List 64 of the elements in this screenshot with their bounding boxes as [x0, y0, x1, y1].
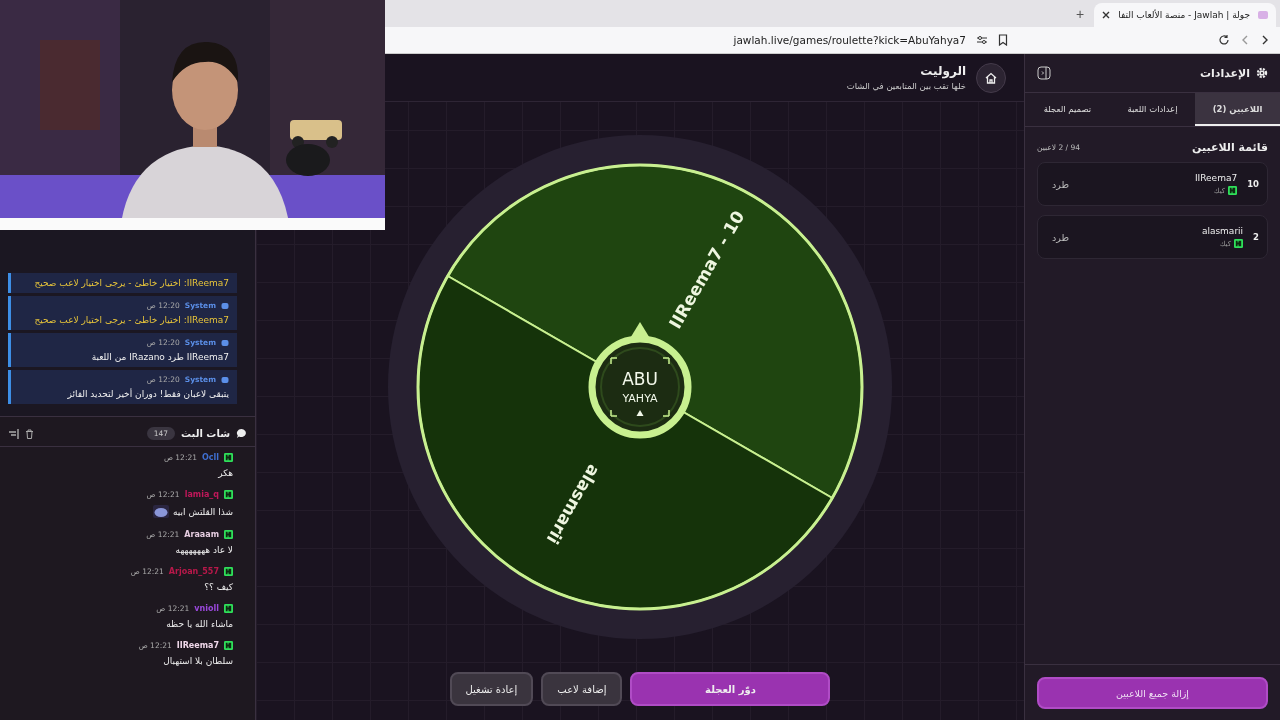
- back-icon[interactable]: [1240, 35, 1250, 45]
- kick-icon: [224, 604, 233, 613]
- settings-icon: [1256, 67, 1268, 79]
- settings-tab[interactable]: اللاعبين (2): [1195, 93, 1280, 126]
- chat-title: شات البث: [181, 428, 230, 439]
- forward-icon[interactable]: [1260, 35, 1270, 45]
- message-text: IIReema7 طرد IRazano من اللعبة: [90, 352, 229, 362]
- logo-text: YAHYA: [622, 392, 658, 405]
- close-icon[interactable]: [1102, 11, 1111, 19]
- username[interactable]: Ocll: [201, 453, 219, 462]
- message-text: IIReema7: اختيار خاطئ - يرجى اختيار لاعب صحيح: [33, 278, 229, 288]
- kick-icon: [224, 641, 233, 650]
- bot-icon: [221, 301, 229, 310]
- settings-tab[interactable]: إعدادات اللعبة: [1110, 93, 1195, 126]
- kick-button[interactable]: طرد: [1046, 227, 1076, 247]
- reload-icon[interactable]: [1218, 34, 1230, 46]
- url-field[interactable]: jawlah.live/games/roulette?kick=AbuYahya7: [733, 34, 966, 46]
- message-text: سلطان بلا استهبال: [163, 656, 233, 666]
- player-score: 2: [1253, 232, 1259, 242]
- username[interactable]: IIReema7: [176, 641, 219, 650]
- player-score: 10: [1247, 179, 1259, 189]
- chat-bubble-icon: [236, 428, 247, 439]
- page-subtitle: خلها تقب بين المتابعين في الشات: [846, 81, 966, 91]
- player-name: alasmarii: [1201, 226, 1244, 236]
- bot-icon: [221, 338, 229, 347]
- message-text: هكر: [218, 468, 233, 478]
- action-button[interactable]: إعادة تشغيل: [449, 672, 534, 706]
- message-text: لا عاد هههههههه: [175, 545, 233, 555]
- message-text: يتبقى لاعبان فقط! دوران أخير لتحديد الفائز: [66, 389, 229, 399]
- kick-button[interactable]: طرد: [1046, 174, 1076, 194]
- new-tab-button[interactable]: +: [1065, 5, 1095, 22]
- message-text: IIReema7: اختيار خاطئ - يرجى اختيار لاعب صحيح: [33, 315, 229, 325]
- triangle-icon: [636, 410, 644, 416]
- kick-icon: [224, 453, 233, 462]
- logo-text: ABU: [622, 369, 658, 389]
- kick-icon: [224, 567, 233, 576]
- settings-tab[interactable]: تصميم العجلة: [1025, 93, 1110, 126]
- spin-button[interactable]: دوّر العجلة: [630, 672, 831, 706]
- frame-corners-icon: [610, 357, 670, 417]
- message-text: ماشاء الله يا حظه: [166, 619, 233, 629]
- align-icon[interactable]: [8, 428, 19, 439]
- kick-icon: [1228, 186, 1238, 195]
- player-name: IIReema7: [1194, 173, 1238, 183]
- kick-icon: [224, 490, 233, 499]
- home-icon[interactable]: [984, 70, 998, 85]
- panel-title: الإعدادات: [1199, 66, 1250, 80]
- favicon-icon: [1258, 11, 1268, 19]
- kick-icon: [224, 530, 233, 539]
- tune-icon[interactable]: [976, 35, 988, 45]
- remove-all-button[interactable]: إزالة جميع اللاعبين: [1037, 677, 1268, 709]
- collapse-icon[interactable]: [1037, 66, 1051, 80]
- bookmark-icon[interactable]: [998, 34, 1008, 46]
- browser-tab[interactable]: جولة | Jawlah - منصة الألعاب التفا: [1094, 3, 1276, 27]
- action-button[interactable]: إضافة لاعب: [541, 672, 623, 706]
- trash-icon[interactable]: [25, 428, 34, 439]
- kick-icon: [1234, 239, 1244, 248]
- list-title: قائمة اللاعبين: [1192, 141, 1268, 154]
- bot-icon: [221, 375, 229, 384]
- username[interactable]: vnioll: [194, 604, 219, 613]
- page-title: الروليت: [919, 64, 966, 78]
- message-text: شذا القلتش ابيه: [173, 506, 233, 517]
- message-text: كيف ؟؟: [204, 582, 233, 592]
- username[interactable]: Araaam: [184, 530, 219, 539]
- home-button[interactable]: [976, 62, 1006, 93]
